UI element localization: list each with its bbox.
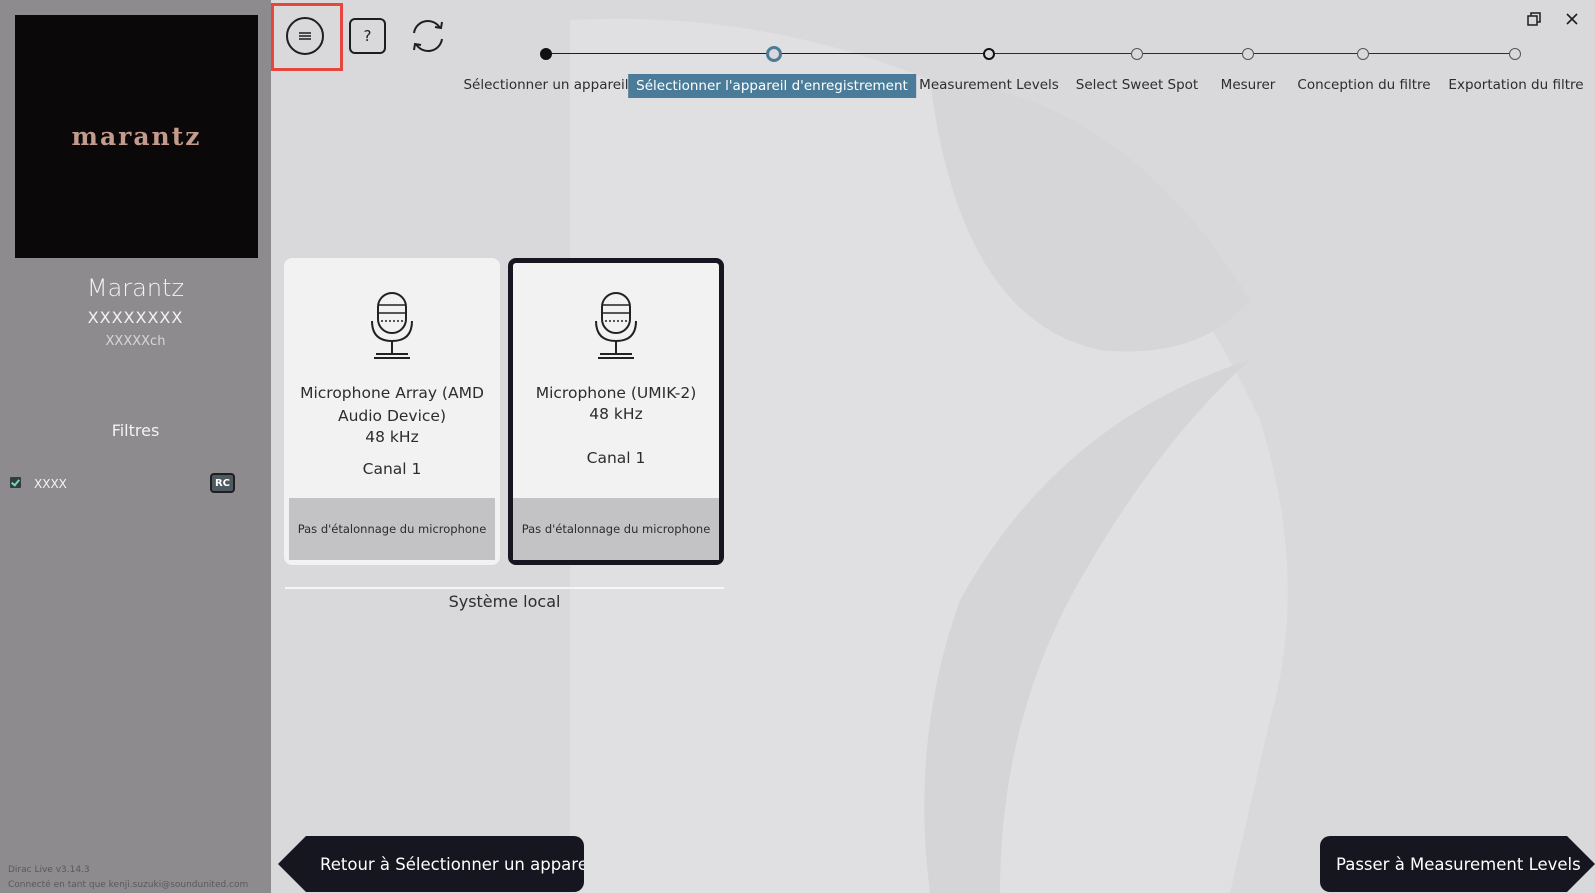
close-window-button[interactable] — [1564, 11, 1580, 27]
step-dot-done — [540, 48, 552, 60]
step-select-device[interactable]: Sélectionner un appareil — [463, 77, 628, 93]
step-measurement-levels[interactable]: Measurement Levels — [919, 77, 1059, 93]
filters-title: Filtres — [111, 421, 160, 440]
microphone-icon — [371, 292, 413, 359]
next-button-label: Passer à Measurement Levels — [1336, 854, 1581, 874]
refresh-icon — [413, 19, 443, 53]
step-select-sweet-spot: Select Sweet Spot — [1075, 77, 1199, 93]
calibration-status: Pas d'étalonnage du microphone — [289, 498, 495, 560]
step-dot-pending — [1509, 48, 1521, 60]
next-button[interactable]: Passer à Measurement Levels — [1320, 836, 1595, 892]
microphone-icon — [595, 292, 637, 359]
step-dot-next — [983, 48, 995, 60]
step-measure: Mesurer — [1220, 77, 1276, 93]
connected-user-label: Connecté en tant que kenji.suzuki@soundu… — [8, 880, 249, 890]
menu-button[interactable] — [286, 17, 324, 55]
help-icon: ? — [363, 27, 372, 45]
version-label: Dirac Live v3.14.3 — [8, 865, 90, 875]
device-brand: Marantz — [86, 274, 185, 302]
device-channels: XXXXXch — [105, 334, 166, 349]
step-filter-design: Conception du filtre — [1297, 77, 1431, 93]
sidebar: marantz Marantz XXXXXXXX XXXXXch Filtres… — [0, 0, 271, 893]
step-dot-active — [766, 46, 782, 62]
back-button-label: Retour à Sélectionner un appareil — [320, 854, 598, 874]
help-button[interactable]: ? — [349, 18, 386, 54]
close-icon — [1566, 13, 1578, 25]
step-dot-pending — [1131, 48, 1143, 60]
stepper-line-pending — [989, 53, 1520, 54]
step-filter-export: Exportation du filtre — [1448, 77, 1584, 93]
device-sample-rate: 48 kHz — [589, 405, 643, 423]
step-dot-pending — [1357, 48, 1369, 60]
device-logo: marantz — [15, 15, 258, 258]
step-select-recording-device[interactable]: Sélectionner l'appareil d'enregistrement — [628, 74, 916, 98]
device-card-amd[interactable]: Microphone Array (AMD Audio Device) 48 k… — [284, 258, 500, 565]
filter-item[interactable]: XXXX RC — [10, 473, 236, 495]
device-channel: Canal 1 — [362, 460, 422, 478]
group-divider — [285, 587, 724, 589]
device-model: XXXXXXXX — [87, 308, 184, 327]
logo-text: marantz — [71, 122, 202, 151]
device-card-umik2[interactable]: Microphone (UMIK-2) 48 kHz Canal 1 Pas d… — [508, 258, 724, 565]
filter-checkbox[interactable] — [10, 477, 21, 488]
restore-window-button[interactable] — [1526, 11, 1542, 27]
device-channel: Canal 1 — [586, 449, 646, 467]
step-dot-pending — [1242, 48, 1254, 60]
group-label: Système local — [448, 592, 561, 611]
rc-badge: RC — [210, 473, 235, 493]
calibration-status: Pas d'étalonnage du microphone — [513, 498, 719, 560]
refresh-button[interactable] — [408, 16, 448, 56]
filter-name: XXXX — [34, 477, 67, 491]
restore-icon — [1527, 12, 1541, 26]
hamburger-icon — [299, 32, 311, 40]
device-sample-rate: 48 kHz — [365, 428, 419, 446]
device-name: Microphone Array (AMD Audio Device) — [300, 384, 484, 425]
device-name: Microphone (UMIK-2) — [535, 384, 697, 402]
back-button[interactable]: Retour à Sélectionner un appareil — [278, 836, 584, 892]
